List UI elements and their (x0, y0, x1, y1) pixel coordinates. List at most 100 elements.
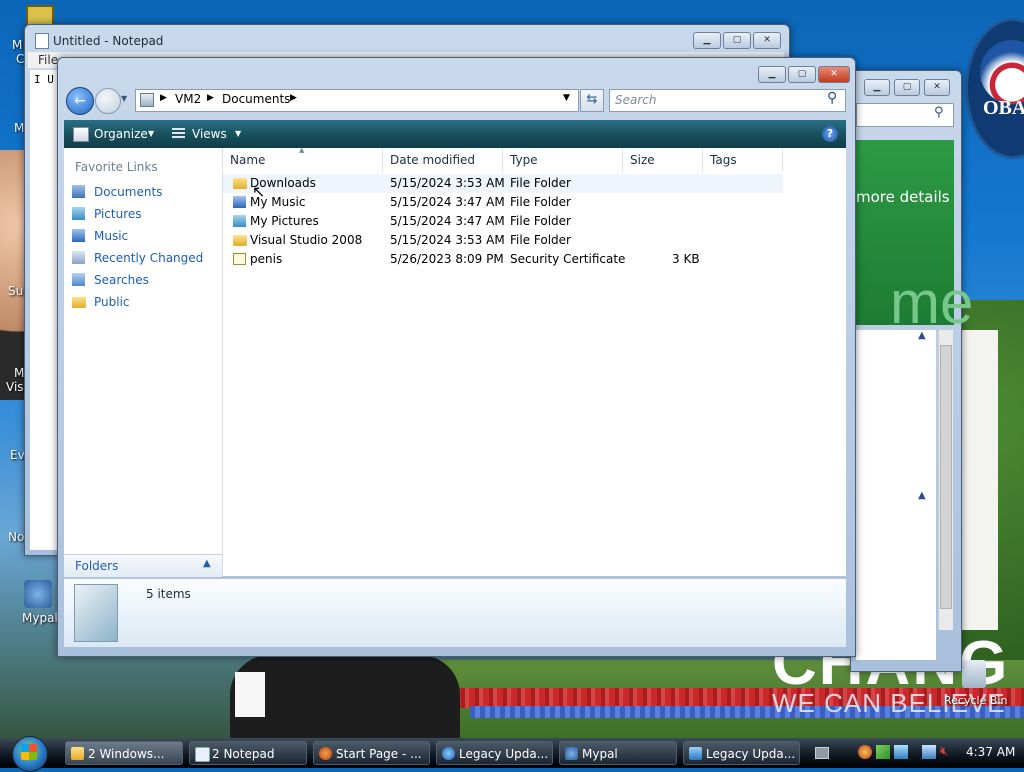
network-icon[interactable] (922, 745, 936, 759)
recent-pages-dropdown[interactable]: ▼ (121, 94, 127, 103)
search-icon[interactable]: ⚲ (827, 90, 837, 106)
organize-icon[interactable] (73, 127, 89, 142)
notepad-icon (35, 33, 49, 49)
desktop-label-partial[interactable]: M (14, 366, 24, 380)
chevron-up-icon[interactable]: ▲ (918, 330, 926, 341)
notepad-minimize-button[interactable]: ▁ (693, 32, 721, 49)
organize-button[interactable]: Organize (94, 127, 148, 141)
wallpaper-shirt (235, 672, 265, 717)
file-type: Security Certificate (510, 252, 626, 266)
chevron-down-icon[interactable]: ▼ (235, 129, 241, 138)
wallpaper-badge-text: OBA (983, 97, 1024, 119)
taskbar-label: 2 Notepad (212, 747, 275, 761)
column-header-size[interactable]: Size (623, 148, 703, 172)
desktop-label-partial[interactable]: M (12, 38, 22, 52)
pictures-icon[interactable] (72, 207, 85, 220)
notepad-text-content: I U (34, 73, 54, 86)
nav-link-public[interactable]: Public (94, 295, 130, 309)
desktop-label-partial[interactable]: No (8, 530, 24, 544)
breadcrumb-separator-icon[interactable]: ▶ (207, 93, 214, 103)
desktop-icon-mypal[interactable]: Mypal (22, 611, 58, 625)
breadcrumb-documents[interactable]: Documents (222, 92, 290, 106)
desktop-label-partial[interactable]: Ev (10, 448, 25, 462)
navigation-pane (64, 148, 223, 576)
tray-app-icon[interactable] (858, 745, 872, 759)
taskbar-item-legacy-update-ie[interactable]: Legacy Upda... (436, 741, 553, 765)
taskbar-label: 2 Windows... (88, 747, 165, 761)
column-header-type[interactable]: Type (503, 148, 623, 172)
banner-more-details[interactable]: more details (856, 188, 950, 206)
table-row[interactable]: My Pictures 5/15/2024 3:47 AM File Folde… (223, 212, 783, 231)
documents-icon[interactable] (72, 185, 85, 198)
folder-icon (233, 178, 247, 189)
search-input[interactable]: Search (615, 93, 657, 107)
search-icon[interactable]: ⚲ (934, 105, 944, 120)
certificate-icon (233, 253, 246, 265)
public-folder-icon[interactable] (72, 297, 86, 308)
keyboard-icon[interactable] (815, 747, 829, 759)
file-name[interactable]: Visual Studio 2008 (250, 231, 362, 250)
breadcrumb-separator-icon[interactable]: ▶ (160, 93, 167, 103)
nav-link-music[interactable]: Music (94, 229, 128, 243)
file-name[interactable]: penis (250, 250, 282, 269)
chevron-down-icon[interactable]: ▼ (148, 129, 154, 138)
table-row[interactable]: penis 5/26/2023 8:09 PM Security Certifi… (223, 250, 783, 269)
browser-minimize-button[interactable]: ▁ (864, 79, 890, 96)
desktop-label-partial[interactable]: M (14, 121, 24, 135)
taskbar-item-legacy-update[interactable]: Legacy Upda... (683, 741, 800, 765)
browser-maximize-button[interactable]: ▢ (894, 79, 920, 96)
clock[interactable]: 4:37 AM (966, 745, 1015, 759)
breadcrumb-separator-icon[interactable]: ▶ (290, 93, 297, 103)
chevron-up-icon[interactable]: ▲ (203, 558, 211, 569)
browser-scrollbar-thumb[interactable] (940, 345, 952, 609)
refresh-icon[interactable]: ⇆ (580, 89, 604, 112)
browser-icon (319, 747, 332, 760)
explorer-close-button[interactable]: ✕ (818, 66, 850, 83)
taskbar-item-start-page[interactable]: Start Page - ... (313, 741, 430, 765)
table-row[interactable]: Visual Studio 2008 5/15/2024 3:53 AM Fil… (223, 231, 783, 250)
tray-update-icon[interactable] (894, 745, 908, 759)
browser-close-button[interactable]: ✕ (924, 79, 950, 96)
file-type: File Folder (510, 195, 571, 209)
nav-link-pictures[interactable]: Pictures (94, 207, 142, 221)
views-button[interactable]: Views (192, 127, 227, 141)
notepad-menu-file[interactable]: File (38, 53, 58, 67)
column-header-date-modified[interactable]: Date modified (383, 148, 503, 172)
folders-toggle[interactable]: Folders (75, 559, 118, 573)
table-row[interactable]: Downloads 5/15/2024 3:53 AM File Folder (223, 174, 783, 193)
taskbar-group-notepad[interactable]: 2 Notepad (189, 741, 307, 765)
chevron-up-icon[interactable]: ▲ (918, 490, 926, 501)
volume-muted-icon[interactable]: 🔇︎ (940, 744, 948, 759)
desktop-icon-recycle-bin[interactable]: Recycle Bin (944, 694, 1007, 707)
notepad-close-button[interactable]: ✕ (753, 32, 781, 49)
music-icon[interactable] (72, 229, 85, 242)
favorite-links-heading: Favorite Links (75, 160, 158, 174)
address-dropdown-icon[interactable]: ▼ (563, 93, 570, 103)
taskbar-label: Legacy Upda... (706, 747, 796, 761)
recycle-bin-icon[interactable] (962, 660, 986, 688)
taskbar-item-mypal[interactable]: Mypal (559, 741, 677, 765)
column-header-tags[interactable]: Tags (703, 148, 783, 172)
taskbar-group-windows[interactable]: 2 Windows... (65, 741, 183, 765)
windows-logo-icon[interactable] (21, 744, 37, 760)
folder-icon (71, 747, 84, 760)
explorer-minimize-button[interactable]: ▁ (758, 66, 786, 83)
explorer-maximize-button[interactable]: ▢ (788, 66, 816, 83)
file-date: 5/15/2024 3:53 AM (390, 233, 505, 247)
help-icon[interactable]: ? (822, 126, 838, 142)
forward-button[interactable] (95, 88, 121, 114)
nav-link-searches[interactable]: Searches (94, 273, 149, 287)
table-row[interactable]: My Music 5/15/2024 3:47 AM File Folder (223, 193, 783, 212)
nav-link-recently-changed[interactable]: Recently Changed (94, 251, 203, 265)
notepad-maximize-button[interactable]: ▢ (723, 32, 751, 49)
breadcrumb-vm2[interactable]: VM2 (175, 92, 201, 106)
back-button[interactable]: ← (66, 87, 94, 115)
address-bar[interactable] (135, 89, 579, 112)
recently-changed-icon[interactable] (72, 251, 85, 264)
searches-icon[interactable] (72, 273, 85, 286)
file-name[interactable]: My Pictures (250, 212, 319, 231)
views-icon[interactable] (172, 128, 185, 140)
security-shield-icon[interactable] (876, 745, 890, 759)
nav-link-documents[interactable]: Documents (94, 185, 162, 199)
mypal-icon[interactable] (24, 580, 52, 608)
